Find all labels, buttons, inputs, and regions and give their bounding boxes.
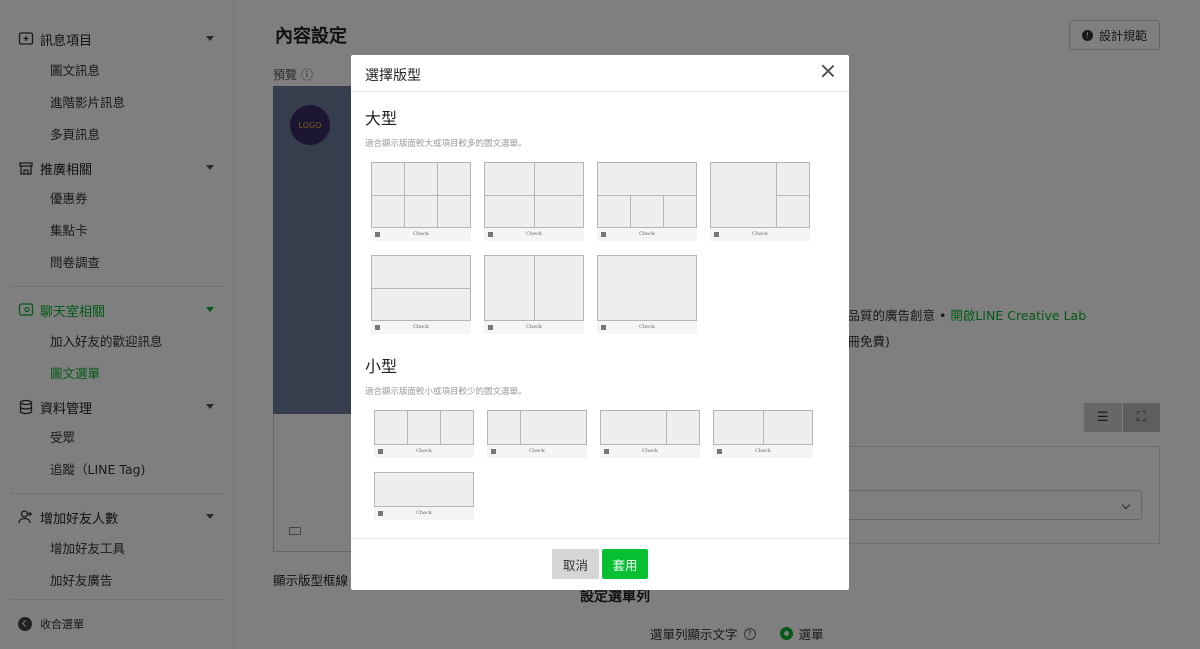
large-section-desc: 適合顯示版面較大或項目較多的圖文選單。 <box>365 139 527 149</box>
template-small-3[interactable]: Check <box>374 410 474 458</box>
small-section-desc: 適合顯示版面較小或項目較少的圖文選單。 <box>365 387 527 397</box>
template-small-1-2[interactable]: Check <box>487 410 587 458</box>
modal-footer: 取消 套用 <box>351 538 849 590</box>
template-bar: Check <box>484 321 584 334</box>
apply-button[interactable]: 套用 <box>602 549 648 579</box>
template-large-2-rows[interactable]: Check <box>371 255 471 334</box>
template-large-1-3[interactable]: Check <box>597 162 697 241</box>
template-large-6[interactable]: Check <box>371 162 471 241</box>
cancel-button[interactable]: 取消 <box>552 549 599 579</box>
template-large-2-cols[interactable]: Check <box>484 255 584 334</box>
template-bar: Check <box>374 507 474 520</box>
small-section-title: 小型 <box>365 357 398 376</box>
template-small-2[interactable]: Check <box>713 410 813 458</box>
template-small-1[interactable]: Check <box>374 472 474 520</box>
template-large-1-2[interactable]: Check <box>710 162 810 241</box>
template-bar: Check <box>374 445 474 458</box>
modal-header: 選擇版型 <box>351 55 849 92</box>
template-bar: Check <box>597 321 697 334</box>
template-bar: Check <box>600 445 700 458</box>
template-bar: Check <box>710 228 810 241</box>
template-bar: Check <box>597 228 697 241</box>
template-large-1[interactable]: Check <box>597 255 697 334</box>
template-large-4[interactable]: Check <box>484 162 584 241</box>
template-small-2-1[interactable]: Check <box>600 410 700 458</box>
template-bar: Check <box>371 321 471 334</box>
close-icon[interactable] <box>821 64 835 78</box>
template-modal: 選擇版型 大型 適合顯示版面較大或項目較多的圖文選單。 Check Check <box>351 55 849 590</box>
large-section-title: 大型 <box>365 109 398 128</box>
template-bar: Check <box>713 445 813 458</box>
template-bar: Check <box>484 228 584 241</box>
template-bar: Check <box>487 445 587 458</box>
modal-title: 選擇版型 <box>365 68 421 84</box>
template-bar: Check <box>371 228 471 241</box>
